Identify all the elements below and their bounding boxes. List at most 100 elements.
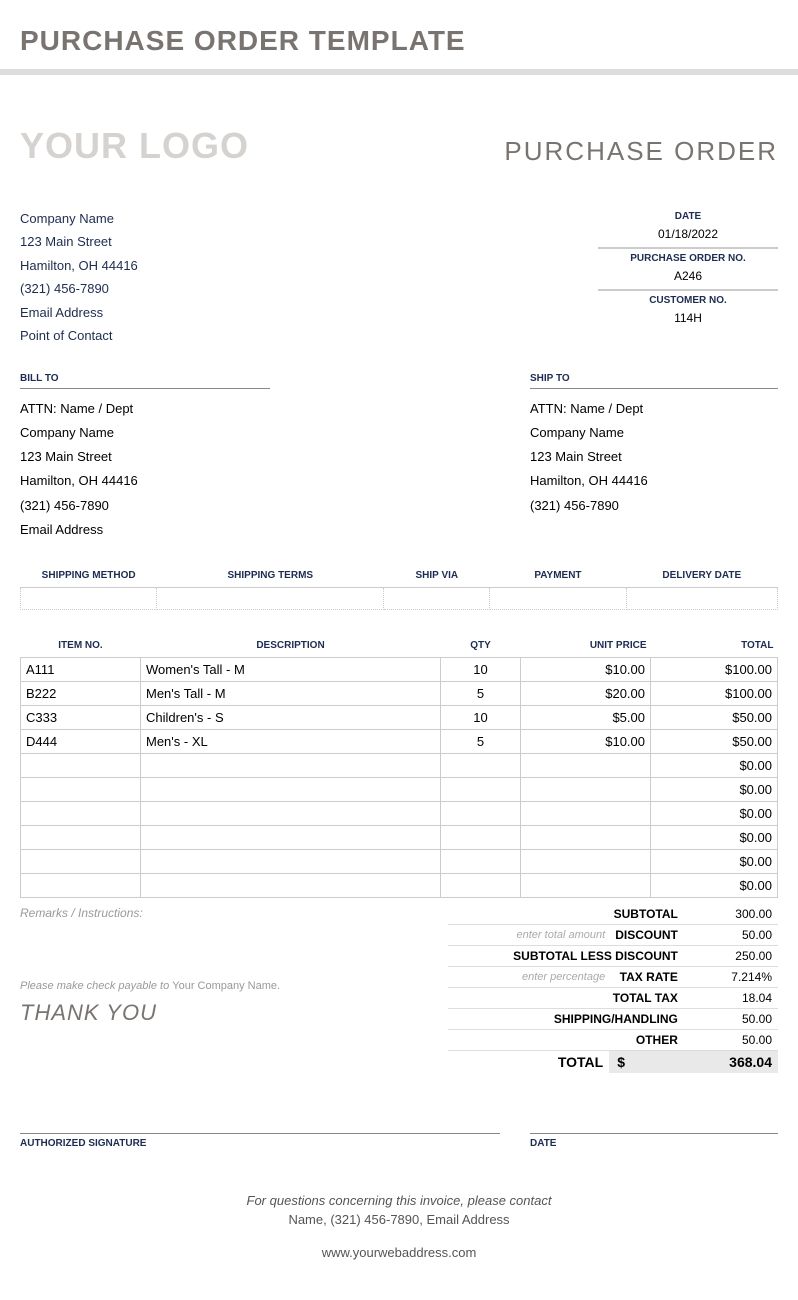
footer: For questions concerning this invoice, p… [20,1193,778,1260]
billto-city: Hamilton, OH 44416 [20,469,270,493]
company-city: Hamilton, OH 44416 [20,254,138,277]
cell-unit-price: $20.00 [521,681,651,705]
cell-qty [441,777,521,801]
grand-label: TOTAL [448,1050,609,1073]
cell-unit-price [521,777,651,801]
signature-label: AUTHORIZED SIGNATURE [20,1138,500,1149]
cell-description: Children's - S [141,705,441,729]
payable-name: Your Company Name. [172,980,280,992]
po-value: A246 [598,266,778,290]
cell-unit-price [521,825,651,849]
cell-unit-price [521,753,651,777]
payable-prefix: Please make check payable to [20,980,172,992]
cell-total: $0.00 [651,777,778,801]
billto-attn: ATTN: Name / Dept [20,397,270,421]
company-name: Company Name [20,207,138,230]
taxrate-value: 7.214% [684,966,778,987]
payable-note: Please make check payable to Your Compan… [20,980,448,992]
cell-itemno [21,849,141,873]
cell-qty: 10 [441,657,521,681]
th-itemno: ITEM NO. [21,634,141,658]
company-block: Company Name 123 Main Street Hamilton, O… [20,207,138,347]
table-row: $0.00 [21,873,778,897]
company-phone: (321) 456-7890 [20,277,138,300]
table-row: C333Children's - S10$5.00$50.00 [21,705,778,729]
cell-itemno: C333 [21,705,141,729]
title-divider [0,69,798,75]
billto-phone: (321) 456-7890 [20,494,270,518]
footer-line2: Name, (321) 456-7890, Email Address [20,1212,778,1227]
cell-total: $0.00 [651,801,778,825]
cell-description: Men's - XL [141,729,441,753]
customer-label: CUSTOMER NO. [598,290,778,308]
cell-unit-price [521,873,651,897]
footer-web: www.yourwebaddress.com [20,1245,778,1260]
cell-qty [441,753,521,777]
ship-to-label: SHIP TO [530,373,778,389]
shipping-label: SHIPPING/HANDLING [448,1008,684,1029]
cell-unit-price: $5.00 [521,705,651,729]
cell-description [141,801,441,825]
cell-qty [441,825,521,849]
shipto-phone: (321) 456-7890 [530,494,778,518]
cell-total: $0.00 [651,753,778,777]
other-value: 50.00 [684,1029,778,1050]
cell-total: $0.00 [651,873,778,897]
th-shipping-terms: SHIPPING TERMS [157,564,384,588]
grand-value: 368.04 [684,1050,778,1073]
table-row: B222Men's Tall - M5$20.00$100.00 [21,681,778,705]
totals-block: SUBTOTAL300.00 enter total amountDISCOUN… [448,904,778,1073]
cell-description: Men's Tall - M [141,681,441,705]
cell-unit-price [521,849,651,873]
cell-itemno [21,801,141,825]
shipto-company: Company Name [530,421,778,445]
cell-unit-price: $10.00 [521,729,651,753]
totaltax-value: 18.04 [684,987,778,1008]
cell-itemno: A111 [21,657,141,681]
cell-itemno [21,753,141,777]
cell-qty: 5 [441,729,521,753]
items-table: ITEM NO. DESCRIPTION QTY UNIT PRICE TOTA… [20,634,778,898]
subless-value: 250.00 [684,945,778,966]
cell-total: $0.00 [651,849,778,873]
bill-to-section: BILL TO ATTN: Name / Dept Company Name 1… [20,373,270,541]
table-row: $0.00 [21,753,778,777]
shipping-value: 50.00 [684,1008,778,1029]
cell-description [141,753,441,777]
td-delivery-date [626,587,777,609]
td-ship-via [384,587,490,609]
discount-label: DISCOUNT [609,924,684,945]
billto-company: Company Name [20,421,270,445]
th-unit-price: UNIT PRICE [521,634,651,658]
cell-description: Women's Tall - M [141,657,441,681]
subtotal-label: SUBTOTAL [448,904,684,925]
td-shipping-terms [157,587,384,609]
customer-value: 114H [598,308,778,331]
cell-description [141,777,441,801]
cell-description [141,825,441,849]
signature-date-block: DATE [530,1133,778,1149]
table-row: A111Women's Tall - M10$10.00$100.00 [21,657,778,681]
page-title: PURCHASE ORDER TEMPLATE [0,0,798,69]
cell-itemno [21,777,141,801]
company-email: Email Address [20,301,138,324]
td-shipping-method [21,587,157,609]
shipto-attn: ATTN: Name / Dept [530,397,778,421]
cell-qty: 10 [441,705,521,729]
shipping-table: SHIPPING METHOD SHIPPING TERMS SHIP VIA … [20,564,778,610]
signature-block: AUTHORIZED SIGNATURE [20,1133,500,1149]
table-row: $0.00 [21,777,778,801]
cell-itemno: B222 [21,681,141,705]
cell-description [141,849,441,873]
date-value: 01/18/2022 [598,224,778,248]
cell-total: $100.00 [651,657,778,681]
other-label: OTHER [448,1029,684,1050]
th-ship-via: SHIP VIA [384,564,490,588]
cell-total: $50.00 [651,729,778,753]
cell-itemno [21,873,141,897]
ship-to-section: SHIP TO ATTN: Name / Dept Company Name 1… [530,373,778,541]
table-row: D444Men's - XL5$10.00$50.00 [21,729,778,753]
cell-qty: 5 [441,681,521,705]
table-row: $0.00 [21,801,778,825]
table-row: $0.00 [21,825,778,849]
